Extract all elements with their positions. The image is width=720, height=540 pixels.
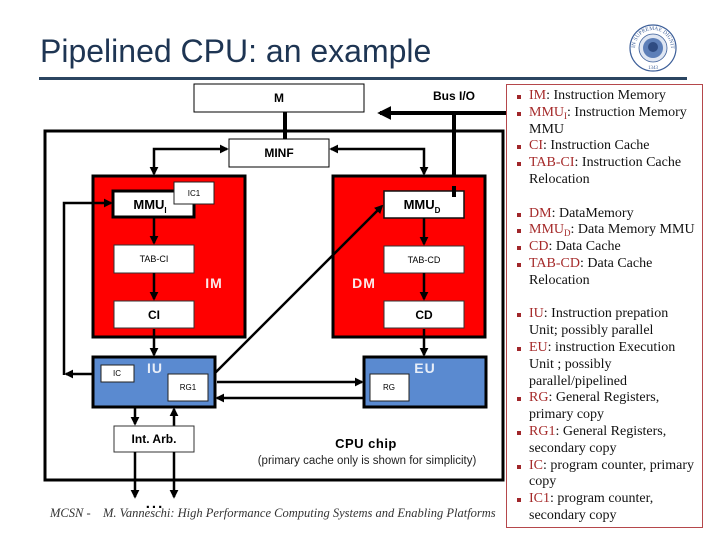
legend-item: MMUD: Data Memory MMU [517, 222, 697, 239]
legend-term: RG1 [529, 423, 556, 439]
tab-cd-label: TAB-CD [408, 255, 441, 265]
iu-label: IU [147, 360, 163, 376]
mmu-i-label-sub: I [164, 206, 166, 215]
cpu-chip-subtitle: (primary cache only is shown for simplic… [258, 455, 477, 467]
legend-term: IM [529, 88, 547, 103]
legend-panel: IM: Instruction Memory MMUI: Instruction… [506, 84, 703, 528]
legend-group-units: IU: Instruction prepation Unit; possibly… [517, 306, 697, 525]
legend-group-instruction: IM: Instruction Memory MMUI: Instruction… [517, 88, 697, 189]
legend-term: DM [529, 205, 552, 221]
legend-desc: : Data Memory MMU [570, 222, 695, 238]
footer-course: MCSN - [50, 506, 91, 520]
legend-term: IC1 [529, 491, 550, 507]
minf-to-dm-connector [329, 144, 429, 176]
legend-item: CD: Data Cache [517, 239, 697, 256]
legend-term: MMU [529, 222, 565, 238]
eu-label: EU [414, 360, 435, 376]
minf-label: MINF [264, 146, 293, 160]
legend-desc: : Data Cache [548, 239, 621, 255]
minf-to-im-connector [149, 144, 229, 176]
int-arb-label: Int. Arb. [132, 432, 177, 446]
bus-io-label: Bus I/O [433, 89, 475, 103]
mmu-i-label-main: MMU [133, 197, 164, 212]
mmu-d-label-main: MMU [404, 197, 435, 212]
main-memory-label: M [274, 91, 284, 105]
tab-ci-label: TAB-CI [140, 254, 169, 264]
legend-term: TAB-CI [529, 155, 575, 171]
im-label: IM [205, 275, 223, 291]
legend-item: CI: Instruction Cache [517, 138, 697, 155]
legend-item: IM: Instruction Memory [517, 88, 697, 105]
legend-item: EU: instruction Execution Unit ; possibl… [517, 339, 697, 390]
legend-item: IC: program counter, primary copy [517, 457, 697, 492]
legend-item: MMUI: Instruction Memory MMU [517, 104, 697, 139]
legend-term: CD [529, 239, 549, 255]
legend-item: TAB-CD: Data Cache Relocation [517, 255, 697, 290]
rg-label: RG [383, 383, 395, 392]
legend-term: IU [529, 306, 544, 322]
legend-desc: : DataMemory [551, 205, 634, 221]
legend-desc: : General Registers, primary copy [529, 390, 660, 423]
legend-term: CI [529, 138, 543, 154]
legend-group-data: DM: DataMemory MMUD: Data Memory MMU CD:… [517, 205, 697, 290]
footer-author-course-title: M. Vanneschi: High Performance Computing… [103, 506, 496, 520]
ic1-label: IC1 [188, 189, 201, 198]
legend-desc: : Instruction prepation Unit; possibly p… [529, 306, 669, 339]
legend-item: IC1: program counter, secondary copy [517, 491, 697, 525]
legend-desc: : Instruction Memory [546, 88, 666, 103]
legend-item: RG: General Registers, primary copy [517, 390, 697, 424]
legend-desc: : Instruction Cache [543, 138, 650, 154]
legend-term: RG [529, 390, 549, 406]
ci-label: CI [148, 308, 160, 322]
ic-label: IC [113, 369, 121, 378]
cd-label: CD [415, 308, 433, 322]
legend-term: TAB-CD [529, 255, 580, 271]
legend-item: IU: Instruction prepation Unit; possibly… [517, 306, 697, 340]
legend-desc: : program counter, primary copy [529, 457, 695, 490]
cpu-chip-title: CPU chip [335, 436, 397, 451]
legend-item: RG1: General Registers, secondary copy [517, 423, 697, 458]
legend-item: DM: DataMemory [517, 205, 697, 223]
legend-desc: : instruction Execution Unit ; possibly … [529, 339, 676, 389]
rg1-label: RG1 [180, 383, 197, 392]
dm-label: DM [352, 275, 376, 291]
legend-term: EU [529, 339, 548, 355]
mmu-d-label-sub: D [435, 206, 441, 215]
legend-term: IC [529, 457, 543, 473]
legend-item: TAB-CI: Instruction Cache Relocation [517, 155, 697, 189]
legend-term: MMU [529, 104, 565, 120]
